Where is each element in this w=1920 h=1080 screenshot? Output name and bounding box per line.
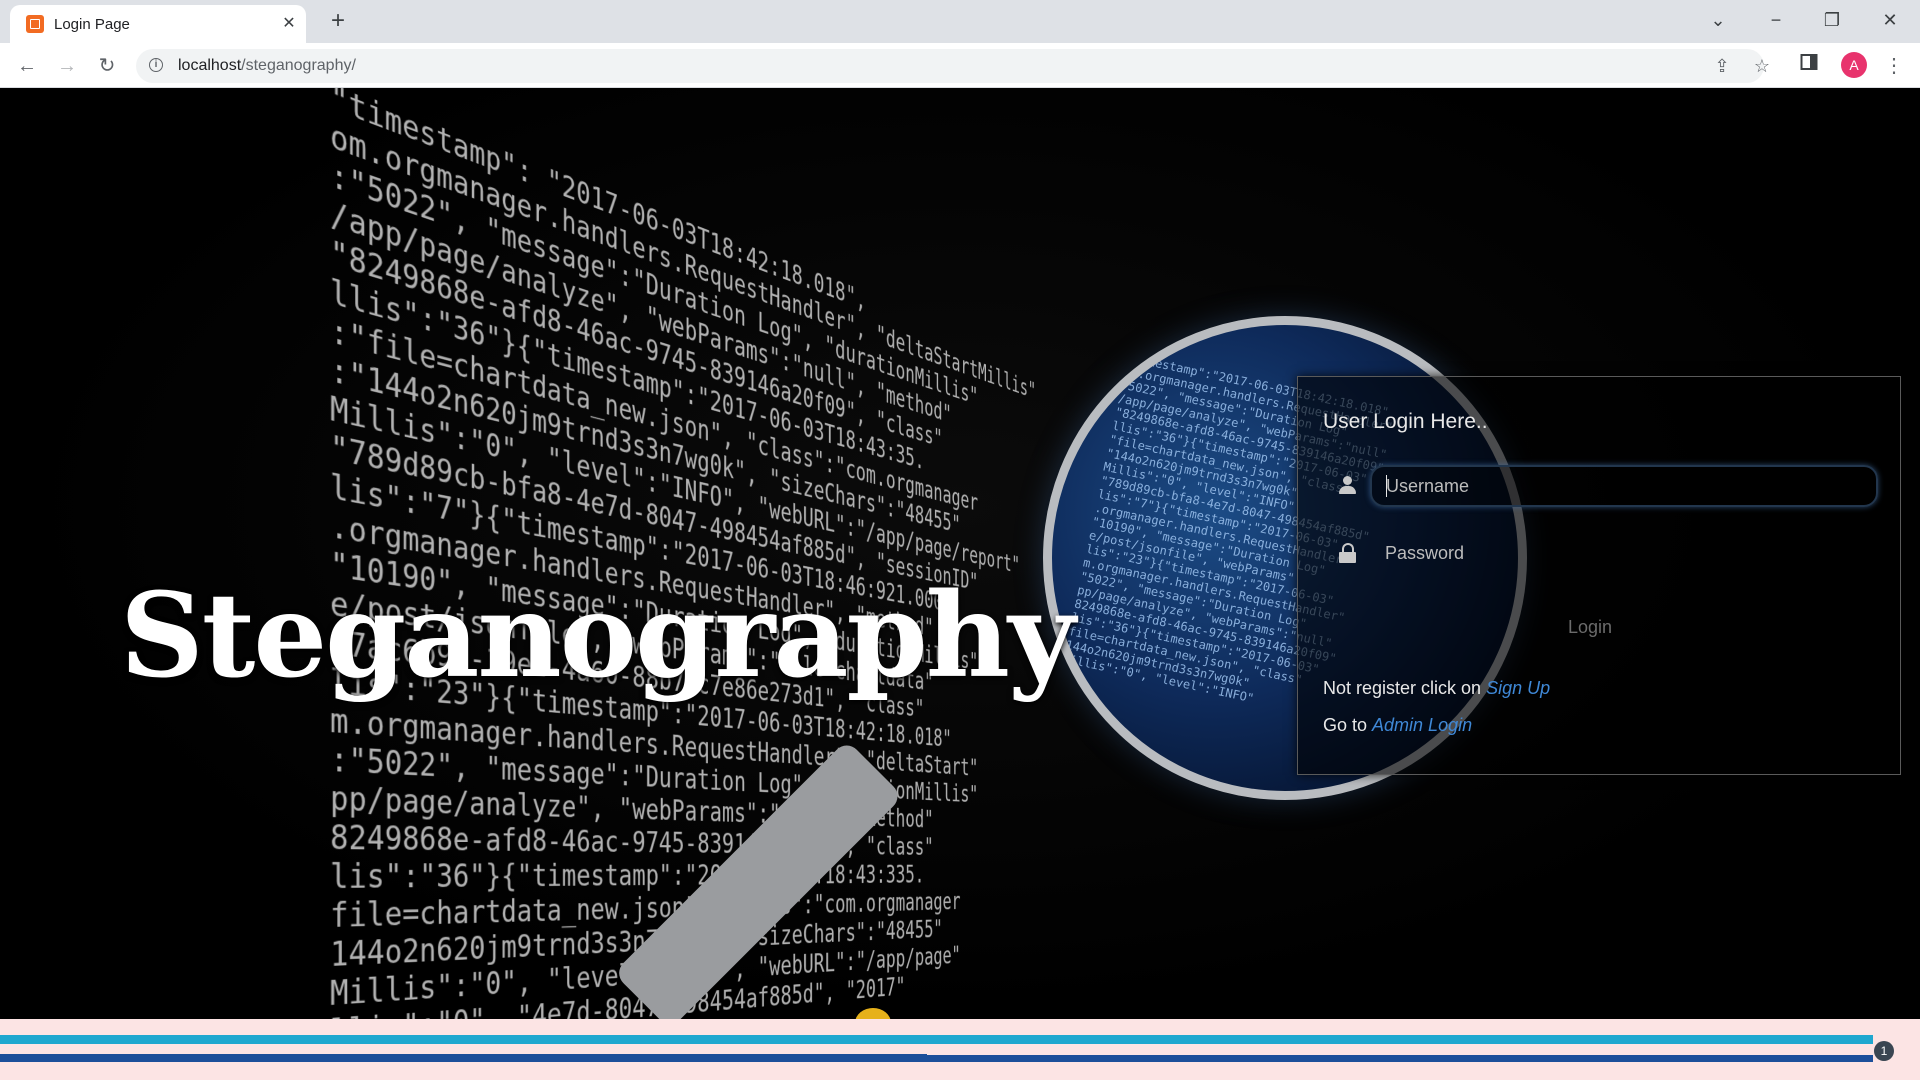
admin-login-link[interactable]: Admin Login — [1372, 715, 1472, 735]
tab-title: Login Page — [54, 16, 130, 33]
minimize-icon[interactable]: − — [1756, 4, 1796, 36]
login-button[interactable]: Login — [1540, 609, 1640, 645]
menu-icon[interactable]: ⋮ — [1882, 51, 1906, 81]
signup-prefix: Not register click on — [1323, 678, 1487, 698]
user-icon — [1338, 476, 1358, 496]
text-caret — [1386, 475, 1387, 497]
forward-icon[interactable]: → — [52, 51, 82, 81]
admin-prompt: Go to Admin Login — [1323, 715, 1472, 736]
profile-avatar[interactable]: A — [1841, 52, 1867, 78]
tab-close-icon[interactable]: ✕ — [278, 13, 300, 35]
bottom-strip — [0, 1019, 1920, 1080]
admin-prefix: Go to — [1323, 715, 1373, 735]
magnifier-handle-tip — [855, 1008, 891, 1019]
reload-icon[interactable]: ↻ — [92, 51, 122, 81]
bottom-badge[interactable]: 1 — [1874, 1041, 1894, 1061]
login-page: "timestamp": "2017-06-03T18:42:18.018", o… — [0, 88, 1920, 1019]
signup-prompt: Not register click on Sign Up — [1323, 678, 1550, 699]
star-icon[interactable]: ☆ — [1750, 54, 1774, 78]
username-input[interactable] — [1370, 465, 1878, 507]
tab-search-icon[interactable]: ⌄ — [1698, 4, 1738, 36]
url-text: localhost/steganography/ — [178, 57, 356, 75]
address-bar[interactable]: i localhost/steganography/ ⇪ ☆ — [136, 49, 1770, 83]
bottom-bar-blue — [0, 1054, 1873, 1062]
url-host: localhost — [178, 57, 242, 74]
login-heading: User Login Here.. — [1323, 410, 1488, 433]
hero-title: Steganography — [120, 568, 1075, 704]
restore-icon[interactable]: ❐ — [1812, 4, 1852, 36]
background-code-art: "timestamp": "2017-06-03T18:42:18.018", o… — [330, 88, 1078, 1019]
share-icon[interactable]: ⇪ — [1710, 54, 1734, 78]
back-icon[interactable]: ← — [12, 51, 42, 81]
window-close-icon[interactable]: ✕ — [1870, 4, 1910, 36]
browser-tab[interactable]: Login Page ✕ — [10, 5, 306, 43]
bottom-bar-cyan — [0, 1035, 1873, 1044]
lock-icon — [1338, 543, 1358, 563]
login-panel: User Login Here.. Login Not register cli… — [1297, 376, 1901, 775]
bottom-bar-gap — [927, 1052, 1873, 1055]
side-panel-icon[interactable] — [1800, 53, 1818, 71]
toolbar: ← → ↻ i localhost/steganography/ ⇪ ☆ A ⋮ — [0, 43, 1920, 88]
url-path: /steganography/ — [241, 57, 356, 74]
new-tab-button[interactable]: + — [324, 8, 352, 36]
tab-favicon-icon — [26, 15, 44, 33]
signup-link[interactable]: Sign Up — [1486, 678, 1550, 698]
password-input[interactable] — [1370, 532, 1878, 574]
info-icon[interactable]: i — [149, 58, 163, 72]
tab-strip: Login Page ✕ + ⌄ − ❐ ✕ — [0, 0, 1920, 43]
